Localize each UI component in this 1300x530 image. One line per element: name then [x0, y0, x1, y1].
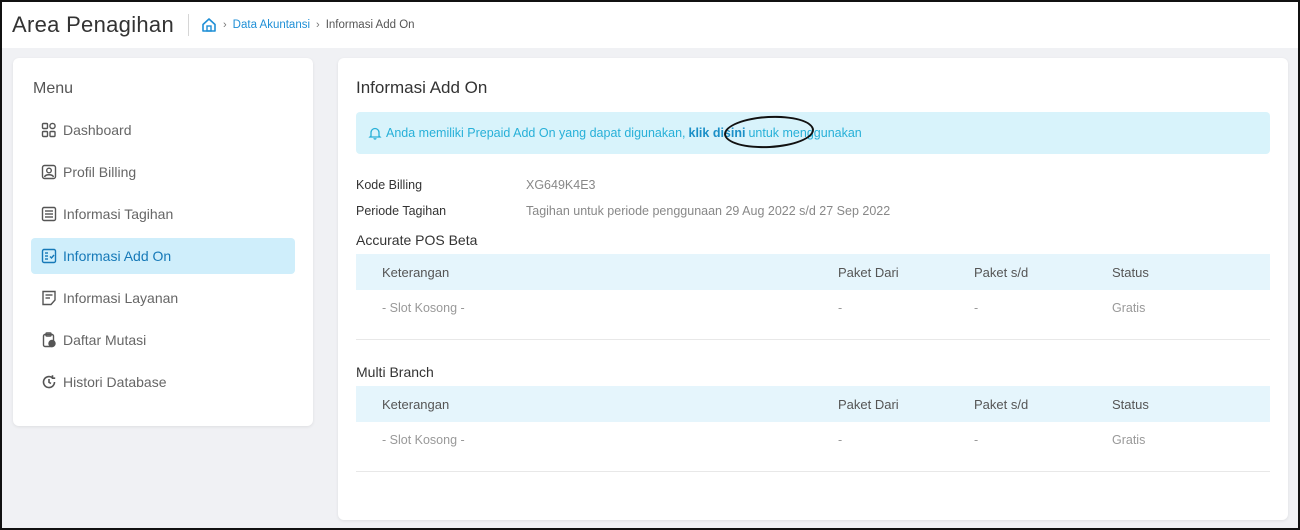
column-header: Status	[1112, 264, 1149, 280]
info-value: Tagihan untuk periode penggunaan 29 Aug …	[526, 204, 891, 218]
bell-icon	[368, 126, 382, 140]
table-cell: - Slot Kosong -	[382, 301, 465, 315]
column-header: Paket Dari	[838, 396, 899, 412]
menu-heading: Menu	[33, 80, 74, 97]
table-row: - Slot Kosong - - - Gratis	[356, 422, 1270, 472]
sidebar-item-informasi-layanan[interactable]: Informasi Layanan	[31, 280, 295, 316]
sidebar-item-label: Informasi Layanan	[63, 290, 179, 306]
info-row-kode-billing: Kode Billing XG649K4E3	[356, 172, 1270, 198]
addon-table: Keterangan Paket Dari Paket s/d Status -…	[356, 386, 1270, 472]
chevron-right-icon: ›	[316, 19, 320, 31]
sidebar-item-dashboard[interactable]: Dashboard	[31, 112, 295, 148]
sidebar-item-label: Informasi Add On	[63, 248, 172, 264]
alert-text-before: Anda memiliki Prepaid Add On yang dapat …	[386, 126, 686, 140]
clipboard-icon	[41, 332, 57, 348]
chevron-right-icon: ›	[223, 19, 227, 31]
addon-icon	[41, 248, 57, 264]
sidebar-item-label: Dashboard	[63, 122, 132, 138]
column-header: Keterangan	[382, 396, 450, 412]
info-key: Kode Billing	[356, 178, 423, 192]
sidebar-item-daftar-mutasi[interactable]: Daftar Mutasi	[31, 322, 295, 358]
table-cell: -	[974, 301, 979, 315]
sidebar-item-histori-database[interactable]: Histori Database	[31, 364, 295, 400]
table-cell: Gratis	[1112, 433, 1146, 447]
column-header: Paket s/d	[974, 264, 1029, 280]
section-title-accurate-pos-beta: Accurate POS Beta	[356, 232, 478, 248]
section-title-multi-branch: Multi Branch	[356, 364, 434, 380]
breadcrumb-current: Informasi Add On	[325, 19, 415, 31]
page-app-title: Area Penagihan	[12, 12, 174, 37]
top-bar: Area Penagihan › Data Akuntansi › Inform…	[2, 2, 1298, 48]
table-row: - Slot Kosong - - - Gratis	[356, 290, 1270, 340]
breadcrumb-link-data-akuntansi[interactable]: Data Akuntansi	[233, 19, 310, 31]
table-cell: -	[838, 433, 843, 447]
sidebar-item-label: Histori Database	[63, 374, 167, 390]
info-key: Periode Tagihan	[356, 204, 447, 218]
sidebar-item-label: Informasi Tagihan	[63, 206, 174, 222]
table-cell: - Slot Kosong -	[382, 433, 465, 447]
profile-icon	[41, 164, 57, 180]
table-cell: Gratis	[1112, 301, 1146, 315]
table-cell: -	[974, 433, 979, 447]
sidebar-item-informasi-add-on[interactable]: Informasi Add On	[31, 238, 295, 274]
table-cell: -	[838, 301, 843, 315]
page-title: Informasi Add On	[356, 78, 488, 97]
prepaid-addon-alert: Anda memiliki Prepaid Add On yang dapat …	[356, 112, 1270, 154]
history-icon	[41, 374, 57, 390]
column-header: Paket Dari	[838, 264, 899, 280]
table-header: Keterangan Paket Dari Paket s/d Status	[356, 386, 1270, 422]
dashboard-icon	[41, 122, 57, 138]
sidebar-item-label: Profil Billing	[63, 164, 137, 180]
info-value: XG649K4E3	[526, 178, 596, 192]
column-header: Paket s/d	[974, 396, 1029, 412]
info-row-periode-tagihan: Periode Tagihan Tagihan untuk periode pe…	[356, 198, 1270, 224]
table-header: Keterangan Paket Dari Paket s/d Status	[356, 254, 1270, 290]
annotation-circle	[723, 113, 815, 151]
sidebar: Menu Dashboard Profil Billing Informasi …	[13, 58, 313, 426]
header-divider	[188, 14, 189, 36]
billing-info: Kode Billing XG649K4E3 Periode Tagihan T…	[356, 172, 1270, 224]
sidebar-item-profil-billing[interactable]: Profil Billing	[31, 154, 295, 190]
home-icon[interactable]	[201, 17, 217, 33]
sidebar-item-label: Daftar Mutasi	[63, 332, 147, 348]
main-panel: Informasi Add On Anda memiliki Prepaid A…	[338, 58, 1288, 520]
document-icon	[41, 206, 57, 222]
sidebar-item-informasi-tagihan[interactable]: Informasi Tagihan	[31, 196, 295, 232]
service-icon	[41, 290, 57, 306]
addon-table: Keterangan Paket Dari Paket s/d Status -…	[356, 254, 1270, 340]
column-header: Status	[1112, 396, 1149, 412]
breadcrumb: › Data Akuntansi › Informasi Add On	[201, 17, 415, 33]
column-header: Keterangan	[382, 264, 450, 280]
